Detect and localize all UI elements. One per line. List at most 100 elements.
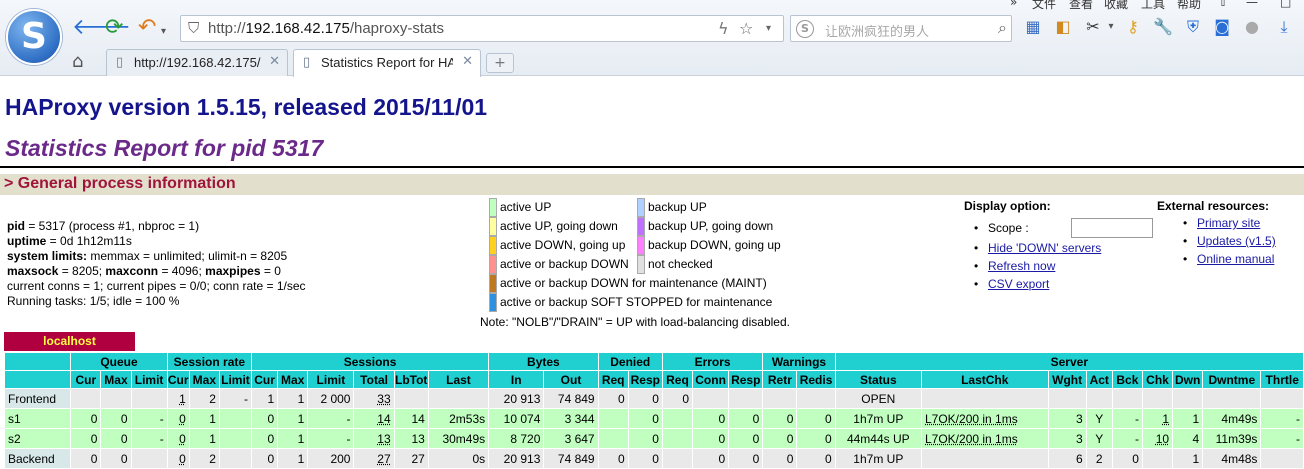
table-cell: - [130, 428, 168, 449]
row-name[interactable]: s2 [3, 428, 72, 449]
table-cell: 200 [307, 448, 355, 469]
table-cell: 4m48s [1202, 448, 1262, 469]
external-resources-heading: External resources: [1157, 199, 1270, 213]
column-header: Wght [1047, 370, 1087, 389]
table-cell [218, 428, 253, 449]
more-chevron-icon[interactable]: » [1010, 0, 1017, 9]
column-header: Resp [728, 370, 764, 389]
table-cell: 0 [597, 388, 629, 409]
menu-view[interactable]: 查看 [1069, 0, 1093, 12]
table-cell: Y [1085, 408, 1113, 429]
new-tab-button[interactable]: + [486, 53, 514, 73]
menu-favorites[interactable]: 收藏 [1104, 0, 1128, 12]
table-cell: 0 [251, 428, 279, 449]
primary-site-link[interactable]: Primary site [1183, 216, 1260, 230]
refresh-icon[interactable]: ⟳ [105, 15, 123, 41]
scissors-dropdown-icon[interactable]: ▾ [1101, 17, 1121, 37]
menu-file[interactable]: 文件 [1032, 0, 1056, 12]
sidebar-icon[interactable]: ◧ [1053, 17, 1073, 37]
scissors-icon[interactable]: ✂ [1083, 17, 1103, 37]
lightning-icon[interactable]: ϟ [718, 19, 729, 38]
download-icon[interactable]: ⤓ [1274, 17, 1294, 37]
minimize-icon[interactable]: ⇧ [1218, 0, 1228, 9]
table-cell: - [1260, 428, 1304, 449]
hide-down-servers-link[interactable]: Hide 'DOWN' servers [974, 241, 1101, 255]
restore-icon[interactable]: — [1246, 0, 1258, 9]
proxy-name-localhost[interactable]: localhost [4, 332, 135, 351]
column-header: Limit [218, 370, 253, 389]
legend-swatch [489, 198, 497, 217]
home-icon[interactable]: ⌂ [72, 51, 83, 72]
table-cell: - [1111, 408, 1143, 429]
row-name[interactable]: Backend [3, 448, 72, 469]
online-manual-link[interactable]: Online manual [1183, 252, 1274, 266]
table-cell: 0 [728, 448, 764, 469]
search-box[interactable]: S 让欧洲疯狂的男人 ⌕ [790, 15, 1012, 42]
table-cell: 0 [166, 408, 190, 429]
table-cell [597, 408, 629, 429]
row-name[interactable]: s1 [3, 408, 72, 429]
column-header: Thrtle [1260, 370, 1304, 389]
table-cell [218, 408, 253, 429]
row-name[interactable]: Frontend [3, 388, 72, 409]
updates-link[interactable]: Updates (v1.5) [1183, 234, 1276, 248]
table-cell: 0 [692, 448, 730, 469]
tab-2-close-icon[interactable]: ✕ [462, 54, 473, 69]
group-bytes: Bytes [488, 352, 599, 371]
table-cell: 3 [1047, 408, 1087, 429]
table-cell: 1 [277, 388, 309, 409]
menu-help[interactable]: 帮助 [1177, 0, 1201, 12]
table-cell: 1 [1172, 448, 1204, 469]
table-cell: 0 [728, 408, 764, 429]
undo-icon[interactable]: ↶ [138, 15, 156, 41]
column-header: Retr [762, 370, 798, 389]
table-cell [728, 388, 764, 409]
table-cell: 1 [188, 428, 220, 449]
table-row[interactable]: Frontend 1 2-1 1 2 000 33 20 913 74 849 0 0 0 OPEN [3, 388, 1304, 409]
table-row[interactable]: s1 0 0-0 1 0 1-14 14 2m53s 10 074 3 344 0 0 0 0 0 1h7m … [3, 408, 1304, 429]
menu-tools[interactable]: 工具 [1141, 0, 1165, 12]
maximize-icon[interactable]: □ [1280, 0, 1291, 9]
info-uptime: uptime = 0d 1h12m11s [7, 234, 132, 248]
group-sessions: Sessions [251, 352, 490, 371]
table-cell: 10 [1141, 428, 1174, 449]
column-header [3, 370, 72, 389]
table-cell: - [307, 428, 355, 449]
tab-2-title: Statistics Report for HA [321, 55, 453, 70]
undo-dropdown-icon[interactable]: ▾ [161, 19, 166, 45]
table-row[interactable]: Backend 0 0 0 2 0 1 200 27 27 0s 20 913 74 849 0 0 0 0 0 0… [3, 448, 1304, 469]
search-input[interactable]: 让欧洲疯狂的男人 [825, 21, 929, 40]
address-dropdown-icon[interactable]: ▾ [766, 23, 771, 34]
browser-logo-icon[interactable]: S [6, 9, 62, 65]
shield-badge-icon[interactable]: ⛨ [1183, 17, 1203, 37]
search-icon[interactable]: ⌕ [998, 18, 1007, 38]
table-cell [130, 388, 168, 409]
magnifier-app-icon[interactable]: ◙ [1212, 17, 1232, 37]
tab-2[interactable]: ▯ Statistics Report for HA ✕ [293, 49, 481, 77]
table-cell [1047, 388, 1087, 409]
table-cell: 0 [1111, 448, 1143, 469]
table-row[interactable]: s2 0 0-0 1 0 1-13 13 30m49s 8 720 3 647 0 0 0 0 0 44m44… [3, 428, 1304, 449]
key-icon[interactable]: ⚷ [1123, 17, 1143, 37]
address-bar[interactable]: ⛉ http://192.168.42.175/haproxy-stats ϟ … [180, 15, 784, 42]
more-dots-icon[interactable]: ● [1242, 17, 1262, 37]
info-pid: pid = 5317 (process #1, nbproc = 1) [7, 219, 200, 233]
search-engine-icon[interactable]: S [796, 20, 814, 38]
csv-export-link[interactable]: CSV export [974, 277, 1049, 291]
column-header: Status [834, 370, 923, 389]
tab-1-close-icon[interactable]: ✕ [269, 54, 280, 69]
column-header: LbTot [393, 370, 429, 389]
grid-apps-icon[interactable]: ▦ [1023, 17, 1043, 37]
tab-1[interactable]: ▯ http://192.168.42.175/ ✕ [106, 49, 288, 76]
star-icon[interactable]: ☆ [739, 19, 753, 38]
table-cell: 27 [353, 448, 395, 469]
scope-input[interactable] [1071, 218, 1153, 238]
table-cell [130, 448, 168, 469]
table-cell: 1 [1172, 408, 1204, 429]
table-cell: 0 [762, 428, 798, 449]
refresh-now-link[interactable]: Refresh now [974, 259, 1055, 273]
table-cell [692, 388, 730, 409]
column-header: Limit [307, 370, 355, 389]
address-url[interactable]: http://192.168.42.175/haproxy-stats [208, 20, 444, 37]
wrench-icon[interactable]: 🔧 [1153, 17, 1173, 37]
